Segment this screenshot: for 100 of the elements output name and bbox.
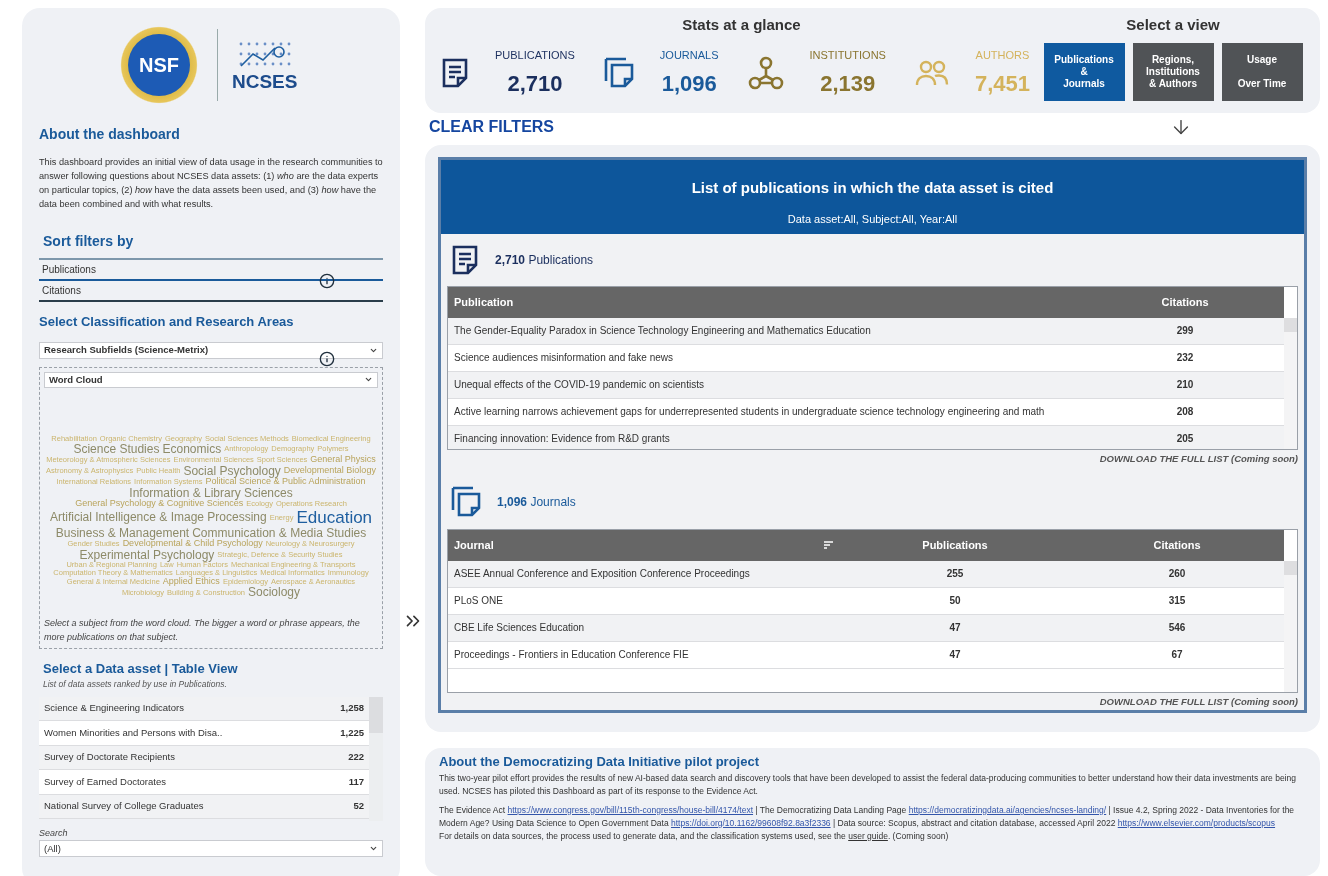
- word-cloud-term[interactable]: Science Studies: [73, 442, 160, 456]
- section-title: About the Democratizing Data Initiative pilot project: [439, 753, 760, 772]
- section-title: About the dashboard: [39, 125, 181, 144]
- table-cell-text: 208: [1175, 405, 1195, 420]
- scrollbar[interactable]: [1284, 529, 1297, 693]
- info-icon[interactable]: [319, 273, 335, 289]
- clear-filters-link[interactable]: CLEAR FILTERS: [429, 114, 555, 139]
- word-cloud-term[interactable]: Information & Library Sciences: [129, 486, 293, 500]
- word-cloud-term[interactable]: General Psychology & Cognitive Sciences: [75, 499, 244, 509]
- column-header[interactable]: Citations: [1153, 536, 1201, 554]
- sort-icon[interactable]: [823, 539, 834, 551]
- table-cell-text: Science audiences misinformation and fake news: [453, 351, 674, 366]
- document-icon: [441, 57, 469, 90]
- word-cloud-term[interactable]: Education: [296, 508, 373, 527]
- table-cell-text: Unequal effects of the COVID-19 pandemic on scientists: [453, 378, 705, 393]
- table-cell-text: 50: [948, 594, 962, 609]
- column-header[interactable]: Publication: [454, 293, 514, 311]
- table-cell-text: 232: [1175, 351, 1195, 366]
- stat-value: 1,096: [661, 70, 717, 98]
- download-link[interactable]: DOWNLOAD THE FULL LIST (Coming soon): [1099, 452, 1298, 467]
- word-cloud-term[interactable]: General Physics: [310, 455, 376, 465]
- search-dropdown[interactable]: (All): [39, 840, 383, 858]
- details-text: For details on data sources, the process used to generate data, and the classification systems used, see the user guide. (Coming soon): [439, 829, 950, 843]
- word-cloud-term[interactable]: Communication & Media Studies: [192, 526, 367, 540]
- classification-dropdown[interactable]: Research Subfields (Science-Metrix): [39, 341, 383, 359]
- section-title: Select Classification and Research Areas: [39, 313, 295, 331]
- table-row[interactable]: The Gender-Equality Paradox in Science Technology Engineering and Mathematics Education 299: [448, 317, 1284, 345]
- hint-text: Select a subject from the word cloud. The bigger a word or phrase appears, the more publications on that subject.: [44, 616, 361, 644]
- word-cloud-term[interactable]: Sociology: [248, 586, 301, 599]
- asset-count: 222: [348, 750, 364, 765]
- table-cell-text: 210: [1175, 378, 1195, 393]
- table-cell-text: CBE Life Sciences Education: [453, 621, 586, 636]
- data-asset-row[interactable]: Women Minorities and Persons with Disa.. 1,225: [39, 721, 369, 746]
- stat-label: PUBLICATIONS: [495, 47, 575, 63]
- stat-value: 2,139: [820, 70, 876, 98]
- document-icon: [451, 243, 479, 276]
- scrollbar[interactable]: [1284, 286, 1297, 450]
- word-cloud-term[interactable]: Economics: [162, 442, 222, 456]
- description-text: This two-year pilot effort provides the results of new AI-based data search and discovery tools that have been developed to assist the federal data-producing communities to better understand how their data investments are being used. NCSES has piloted this Dashboard as part of its response to the Evidence Act.: [439, 771, 1297, 798]
- column-header[interactable]: Publications: [922, 536, 988, 554]
- view-button[interactable]: Regions, Institutions & Authors: [1132, 42, 1214, 101]
- asset-count: 1,225: [340, 725, 364, 740]
- word-cloud-term[interactable]: Business & Management: [55, 526, 190, 540]
- section-title: Select a view: [1126, 15, 1220, 35]
- download-link[interactable]: DOWNLOAD THE FULL LIST (Coming soon): [1099, 695, 1298, 710]
- table-row[interactable]: Financing innovation: Evidence from R&D grants 205: [448, 425, 1284, 450]
- table-cell-text: 47: [948, 648, 962, 663]
- table-cell-text: Proceedings - Frontiers in Education Conference FIE: [453, 648, 690, 663]
- table-cell-text: ASEE Annual Conference and Exposition Conference Proceedings: [453, 567, 751, 582]
- table-cell-text: The Gender-Equality Paradox in Science Technology Engineering and Mathematics Education: [453, 324, 872, 339]
- table-cell-text: 47: [948, 621, 962, 636]
- link[interactable]: user guide: [848, 830, 888, 841]
- column-header[interactable]: Citations: [1161, 293, 1209, 311]
- documents-icon: [451, 485, 481, 518]
- section-title: Select a Data asset | Table View: [42, 659, 239, 678]
- view-button[interactable]: Usage Over Time: [1221, 42, 1303, 101]
- asset-count: 117: [348, 774, 364, 789]
- table-row[interactable]: CBE Life Sciences Education 47 546: [448, 614, 1284, 642]
- table-cell-text: Active learning narrows achievement gaps for underrepresented students in undergraduate science technology engineering and math: [453, 405, 1046, 420]
- view-dropdown[interactable]: Word Cloud: [44, 371, 378, 389]
- documents-icon: [603, 57, 634, 90]
- link[interactable]: https://www.elsevier.com/products/scopus: [1117, 817, 1276, 828]
- stat-label: INSTITUTIONS: [809, 47, 886, 63]
- word-cloud-term[interactable]: Experimental Psychology: [79, 548, 215, 562]
- view-button[interactable]: Publications & Journals: [1043, 42, 1125, 101]
- table-cell-text: 255: [945, 567, 965, 582]
- table-cell-text: 546: [1167, 621, 1187, 636]
- sort-option[interactable]: Publications: [39, 260, 383, 281]
- link[interactable]: https://democratizingdata.ai/agencies/ncses-landing/: [908, 804, 1107, 815]
- asset-count: 52: [353, 799, 364, 814]
- link[interactable]: https://doi.org/10.1162/99608f92.8a3f2336: [671, 817, 831, 828]
- word-cloud-term[interactable]: Political Science & Public Administration: [205, 477, 366, 487]
- column-header[interactable]: Journal: [454, 536, 494, 554]
- table-cell-text: 260: [1167, 567, 1187, 582]
- description-text: This dashboard provides an initial view of data usage in the research communities to answer following questions about NCSES data assets: (1) who are the data experts on particular topics, (2) how have the data assets been used, and (3) how have the data been combined and with what results.: [39, 156, 383, 211]
- table-cell-text: 205: [1175, 432, 1195, 447]
- table-cell-text: Financing innovation: Evidence from R&D grants: [453, 432, 671, 447]
- word-cloud-term[interactable]: Social Psychology: [183, 464, 281, 478]
- asset-name: Science & Engineering Indicators: [44, 701, 184, 716]
- nodes-icon: [747, 56, 784, 91]
- ncses-logo: NCSES: [232, 39, 298, 91]
- panel-title: List of publications in which the data asset is cited: [691, 177, 1054, 198]
- data-asset-row[interactable]: Survey of Earned Doctorates 117: [39, 770, 369, 795]
- word-cloud-term[interactable]: Applied Ethics: [162, 576, 220, 587]
- info-icon[interactable]: [319, 350, 335, 367]
- sort-option[interactable]: Citations: [39, 281, 383, 302]
- scrollbar[interactable]: [369, 696, 383, 821]
- asset-name: Women Minorities and Persons with Disa..: [44, 725, 223, 740]
- word-cloud-term[interactable]: Developmental Biology: [283, 466, 376, 476]
- filter-summary: Data asset:All, Subject:All, Year:All: [787, 212, 958, 228]
- subtitle-text: List of data assets ranked by use in Publications.: [42, 678, 228, 691]
- citation-text: The Evidence Act https://www.congress.gov/bill/115th-congress/house-bill/4174/text | The Democratizing Data Landing Page https://democratizingdata.ai/agencies/ncses-landing/ | Issue 4.2, Spring 2022 - Data Inventories for the Modern Age? Using Data Science to Open Government Data https://doi.org/10.1162/99608f92.8a3f2336 | Data source: Scopus, abstract and citation database, accessed April 2022 https://www.elsevier.com/products/scopus: [439, 803, 1296, 830]
- word-cloud-term[interactable]: Developmental & Child Psychology: [122, 539, 263, 549]
- table-row[interactable]: ASEE Annual Conference and Exposition Conference Proceedings 255 260: [448, 560, 1284, 588]
- table-row[interactable]: Unequal effects of the COVID-19 pandemic on scientists 210: [448, 371, 1284, 399]
- link[interactable]: https://www.congress.gov/bill/115th-congress/house-bill/4174/text: [507, 804, 754, 815]
- asset-count: 1,258: [340, 701, 364, 716]
- table-cell-text: 299: [1175, 324, 1195, 339]
- stat-label: AUTHORS: [975, 47, 1030, 63]
- word-cloud-term[interactable]: Artificial Intelligence & Image Processing: [49, 511, 267, 524]
